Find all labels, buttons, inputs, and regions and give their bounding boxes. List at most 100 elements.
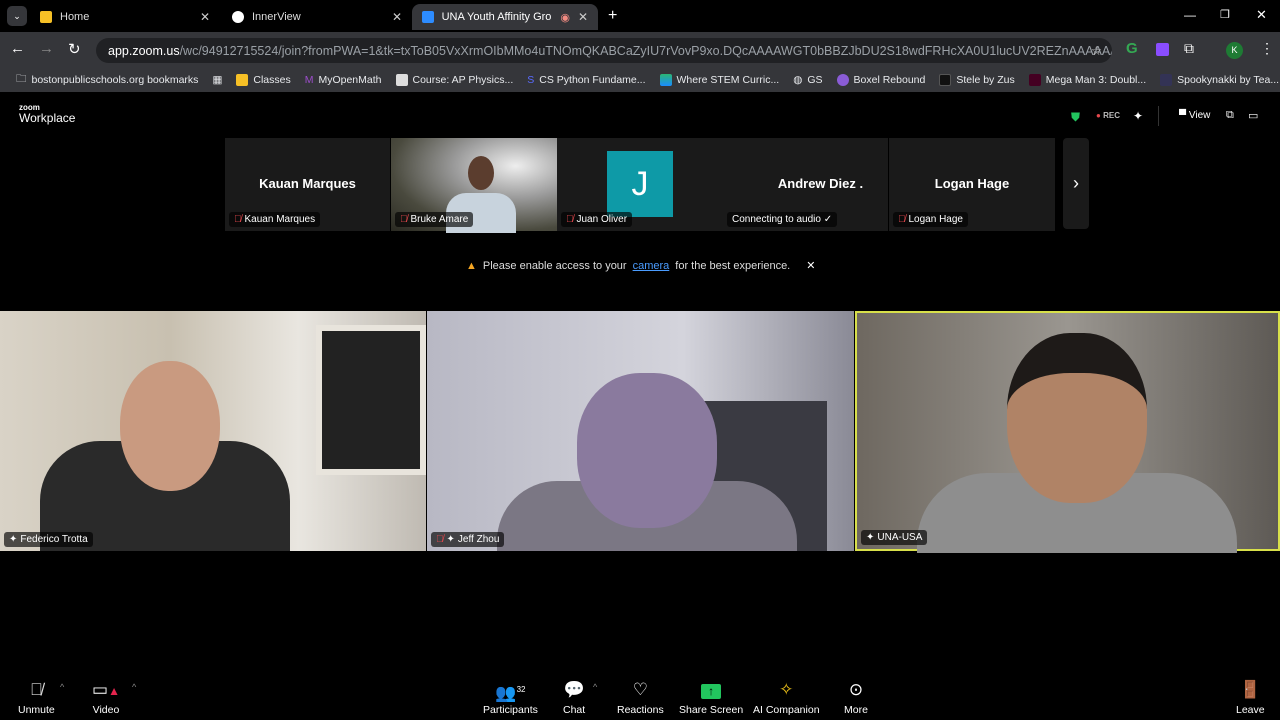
camera-link[interactable]: camera [633, 260, 670, 272]
leave-button[interactable]: 🚪 Leave [1236, 680, 1265, 716]
address-bar[interactable]: app.zoom.us/wc/94912715524/join?fromPWA=… [96, 38, 1112, 63]
grammarly-icon[interactable]: G [1126, 40, 1138, 57]
bookmark[interactable]: M MyOpenMath [305, 74, 382, 86]
chat-icon: 💬 [563, 680, 585, 699]
bookmark[interactable]: S CS Python Fundame... [527, 74, 645, 86]
participant-name-large: Andrew Diez . [777, 176, 864, 191]
bookmark[interactable]: Mega Man 3: Doubl... [1028, 74, 1146, 86]
minimize-button[interactable]: — [1184, 8, 1196, 22]
control-label: More [844, 704, 868, 716]
name-tag: 🎙̸ Kauan Marques [229, 212, 321, 227]
control-label: AI Companion [753, 704, 820, 716]
bookmark[interactable]: Course: AP Physics... [395, 74, 513, 86]
close-window-button[interactable]: ✕ [1256, 7, 1267, 23]
tab-home[interactable]: Home ✕ [30, 4, 220, 30]
name-label: Bruke Amare [410, 214, 469, 225]
ai-companion-button[interactable]: ✧ AI Companion [753, 680, 820, 716]
participant-video-tile[interactable]: 🎙̸ Bruke Amare [391, 138, 557, 233]
control-label: Unmute [18, 704, 55, 716]
muted-microphone-icon: 🎙̸ [30, 680, 43, 699]
close-tab-icon[interactable]: ✕ [578, 10, 588, 24]
ai-sparkle-icon[interactable]: ✦ [1133, 109, 1143, 123]
bookmark-label: bostonpublicschools.org bookmarks [31, 74, 199, 86]
megaman-icon [1028, 74, 1041, 86]
tab-label: UNA Youth Affinity Group A [441, 11, 553, 23]
bookmark-label: MyOpenMath [318, 74, 382, 86]
bookmark[interactable]: Where STEM Curric... [659, 74, 780, 86]
reload-button[interactable]: ↻ [68, 40, 81, 58]
name-label: Connecting to audio ✓ [732, 214, 833, 225]
name-label: Federico Trotta [20, 534, 88, 545]
profile-avatar[interactable]: K [1226, 42, 1243, 59]
bookmark[interactable]: ◍ GS [793, 74, 822, 86]
chat-options-caret[interactable]: ^ [593, 682, 597, 692]
name-label: Kauan Marques [244, 214, 316, 225]
chat-button[interactable]: 💬 Chat [563, 680, 585, 716]
close-notice-icon[interactable]: ✕ [806, 259, 815, 272]
extension-icon[interactable] [1156, 43, 1169, 56]
heart-icon: ♡ [632, 680, 648, 699]
participant-tile[interactable]: Andrew Diez . Connecting to audio ✓ [723, 138, 888, 231]
stem-icon [659, 74, 672, 86]
participant-tile[interactable]: J 🎙̸ Juan Oliver [557, 138, 723, 231]
avatar: J [607, 151, 673, 217]
minimize-meeting-icon[interactable]: ▭ [1248, 109, 1258, 122]
name-label: Juan Oliver [576, 214, 628, 225]
tab-innerview[interactable]: InnerView ✕ [222, 4, 412, 30]
bookmark[interactable]: Stele by Zus [939, 74, 1015, 86]
next-page-button[interactable]: › [1063, 138, 1089, 229]
bookmark-label: Where STEM Curric... [676, 74, 780, 86]
video-options-caret[interactable]: ^ [132, 682, 136, 692]
reactions-button[interactable]: ♡ Reactions [617, 680, 664, 716]
control-label: Chat [563, 704, 586, 716]
bookmark-folder[interactable]: 🗀 bostonpublicschools.org bookmarks [16, 71, 198, 89]
extensions-puzzle-icon[interactable]: ⧉ [1184, 40, 1194, 57]
close-tab-icon[interactable]: ✕ [200, 10, 210, 24]
tab-search-button[interactable]: ⌄ [7, 6, 27, 26]
bookmark-star-icon[interactable]: ☆ [1091, 43, 1102, 58]
wall-painting [316, 325, 426, 475]
tab-zoom-meeting[interactable]: UNA Youth Affinity Group A ◉ ✕ [412, 4, 598, 30]
share-screen-button[interactable]: ↑ Share Screen [679, 680, 743, 716]
pin-icon: ✦ [866, 532, 875, 543]
url-path: /wc/94912715524/join?fromPWA=1&tk=txToB0… [179, 43, 1112, 58]
recording-indicator[interactable]: ● REC [1096, 111, 1120, 120]
spookynakki-icon [1160, 74, 1173, 86]
name-tag: 🎙̸ Logan Hage [893, 212, 968, 227]
menu-icon[interactable]: ⋮ [1260, 40, 1274, 57]
share-screen-icon: ↑ [701, 680, 722, 700]
restore-button[interactable]: ❐ [1220, 8, 1230, 21]
view-button[interactable]: ▀ View [1179, 110, 1210, 121]
bookmark-label: Classes [253, 74, 291, 86]
apps-grid-icon[interactable]: ▦ [212, 74, 222, 86]
classroom-icon [40, 11, 52, 23]
muted-mic-icon: 🎙̸ [898, 214, 906, 225]
unmute-button[interactable]: 🎙̸ Unmute [18, 680, 55, 716]
participant-tile[interactable]: Logan Hage 🎙̸ Logan Hage [889, 138, 1055, 231]
participant-video[interactable]: 🎙̸ ✦ Jeff Zhou [427, 311, 854, 551]
forward-button[interactable]: → [39, 40, 54, 57]
encryption-shield-icon[interactable]: ⛊ [1071, 110, 1080, 125]
back-button[interactable]: ← [10, 40, 25, 57]
name-tag: 🎙̸ Juan Oliver [561, 212, 633, 227]
bookmark[interactable]: Spookynakki by Tea... [1160, 74, 1279, 86]
bookmark[interactable]: Boxel Rebound [836, 74, 925, 86]
participant-video-active-speaker[interactable]: ✦ UNA-USA [855, 311, 1280, 553]
pip-icon[interactable]: ⧉ [1226, 109, 1234, 122]
audio-options-caret[interactable]: ^ [60, 682, 64, 692]
close-tab-icon[interactable]: ✕ [392, 10, 402, 24]
participants-button[interactable]: 👥32 Participants [483, 680, 538, 716]
pin-icon: ✦ [9, 534, 18, 545]
participant-video[interactable]: ✦ Federico Trotta [0, 311, 426, 551]
participant-tile[interactable]: Kauan Marques 🎙̸ Kauan Marques [225, 138, 390, 231]
new-tab-button[interactable]: + [608, 7, 617, 25]
more-button[interactable]: ⊙ More [844, 680, 868, 716]
classroom-icon [236, 74, 249, 86]
name-label: UNA-USA [877, 532, 923, 543]
bookmark-label: CS Python Fundame... [539, 74, 646, 86]
myopenmath-icon: M [304, 74, 314, 86]
logo-bottom: Workplace [19, 111, 76, 125]
control-label: Participants [483, 704, 538, 716]
bookmark[interactable]: Classes [236, 74, 291, 86]
video-button[interactable]: ▭▲ Video [92, 680, 120, 716]
